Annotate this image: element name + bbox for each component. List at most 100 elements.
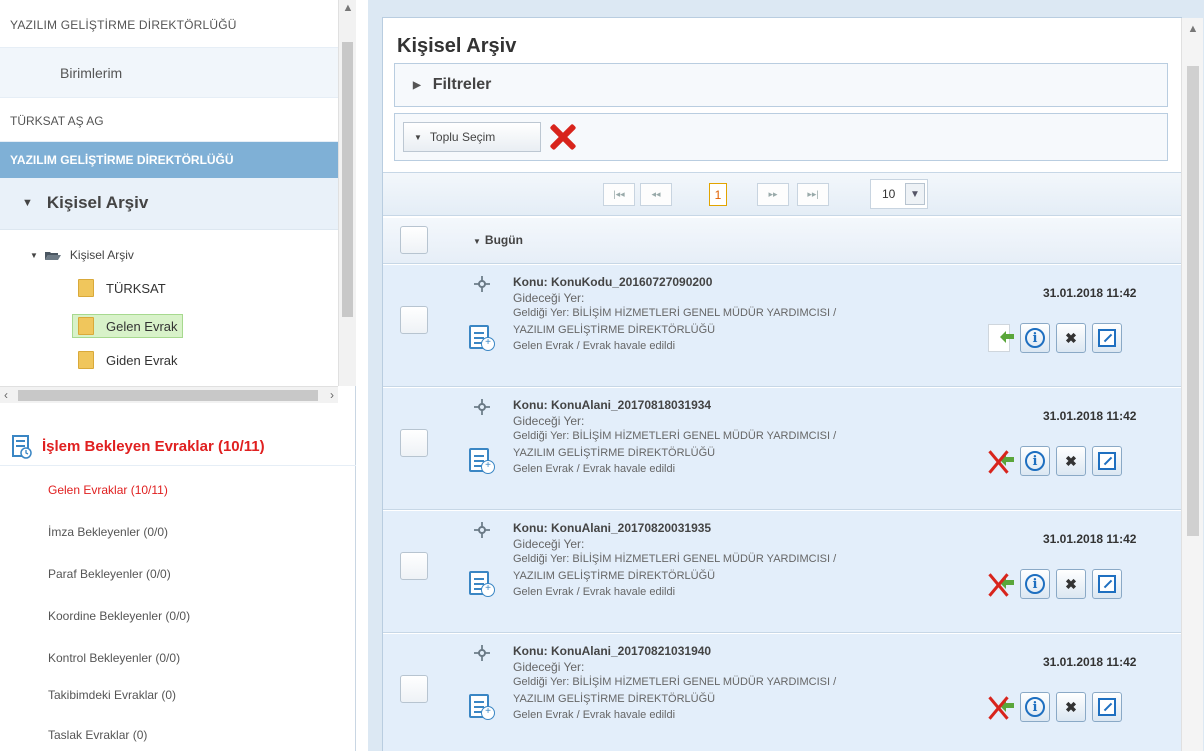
remove-button[interactable]: ✖ bbox=[1056, 323, 1086, 353]
row-checkbox[interactable] bbox=[400, 675, 428, 703]
list-item[interactable]: Konu: KonuAlani_20170820031935 Gideceği … bbox=[383, 511, 1181, 633]
return-arrow-icon[interactable] bbox=[986, 322, 1016, 354]
chevron-down-icon[interactable]: ▼ bbox=[905, 183, 925, 205]
tree-item-label: Gelen Evrak bbox=[106, 318, 178, 334]
bulk-select-button[interactable]: ▼ Toplu Seçim bbox=[403, 122, 541, 152]
remove-button[interactable]: ✖ bbox=[1056, 446, 1086, 476]
unit-item-selected[interactable]: YAZILIM GELİŞTİRME DİREKTÖRLÜĞÜ bbox=[0, 142, 338, 178]
prev-page-button[interactable]: ◂◂ bbox=[640, 183, 672, 206]
list-item[interactable]: Konu: KonuKodu_20160727090200 Gideceği Y… bbox=[383, 265, 1181, 387]
external-link-icon bbox=[1098, 452, 1116, 470]
tree-item-giden-evrak[interactable]: Giden Evrak bbox=[78, 348, 178, 372]
info-button[interactable]: i bbox=[1020, 569, 1050, 599]
islem-bekleyen-header[interactable]: İşlem Bekleyen Evraklar (10/11) bbox=[0, 416, 356, 466]
close-icon: ✖ bbox=[1065, 452, 1077, 469]
folder-open-icon bbox=[44, 251, 61, 260]
islem-item-gelen-evraklar[interactable]: Gelen Evraklar (10/11) bbox=[0, 472, 356, 508]
item-status: Gelen Evrak / Evrak havale edildi bbox=[513, 586, 676, 598]
item-status: Gelen Evrak / Evrak havale edildi bbox=[513, 340, 676, 352]
islem-item-kontrol[interactable]: Kontrol Bekleyenler (0/0) bbox=[0, 640, 356, 676]
scroll-right-icon[interactable]: › bbox=[330, 388, 334, 402]
item-destination: Gideceği Yer: bbox=[513, 537, 585, 551]
next-page-button[interactable]: ▸▸ bbox=[757, 183, 789, 206]
bulk-select-label: Toplu Seçim bbox=[429, 130, 496, 144]
caret-down-icon: ▼ bbox=[22, 197, 33, 209]
open-button[interactable] bbox=[1092, 692, 1122, 722]
item-origin-line2: YAZILIM GELİŞTİRME DİREKTÖRLÜĞÜ bbox=[513, 324, 716, 336]
filters-panel[interactable]: ▶ Filtreler bbox=[394, 63, 1168, 107]
row-checkbox[interactable] bbox=[400, 306, 428, 334]
open-button[interactable] bbox=[1092, 446, 1122, 476]
info-button[interactable]: i bbox=[1020, 692, 1050, 722]
info-button[interactable]: i bbox=[1020, 446, 1050, 476]
move-icon[interactable] bbox=[473, 644, 491, 662]
list-item[interactable]: Konu: KonuAlani_20170818031934 Gideceği … bbox=[383, 388, 1181, 510]
caret-down-icon[interactable]: ▼ bbox=[30, 251, 38, 260]
move-icon[interactable] bbox=[473, 521, 491, 539]
islem-item-taslak[interactable]: Taslak Evraklar (0) bbox=[0, 717, 356, 751]
kisisel-arsiv-header[interactable]: ▼ Kişisel Arşiv bbox=[0, 178, 338, 230]
item-origin-line2: YAZILIM GELİŞTİRME DİREKTÖRLÜĞÜ bbox=[513, 570, 716, 582]
tree-item-turksat[interactable]: TÜRKSAT bbox=[78, 276, 166, 300]
tree-root-node[interactable]: ▼ Kişisel Arşiv bbox=[30, 248, 134, 262]
left-horizontal-scrollbar[interactable]: ‹ › bbox=[0, 386, 338, 403]
info-button[interactable]: i bbox=[1020, 323, 1050, 353]
scroll-left-icon[interactable]: ‹ bbox=[4, 388, 8, 402]
external-link-icon bbox=[1098, 329, 1116, 347]
cancel-return-icon[interactable] bbox=[986, 691, 1016, 723]
islem-item-koordine[interactable]: Koordine Bekleyenler (0/0) bbox=[0, 598, 356, 634]
tree-item-label: Giden Evrak bbox=[106, 352, 178, 368]
archive-tree: ▼ Kişisel Arşiv TÜRKSAT Gelen Evrak Gide… bbox=[0, 232, 338, 384]
page-size-value: 10 bbox=[882, 187, 896, 201]
scroll-thumb[interactable] bbox=[18, 390, 318, 401]
group-label[interactable]: ▼ Bugün bbox=[473, 233, 523, 247]
last-page-button[interactable]: ▸▸| bbox=[797, 183, 829, 206]
caret-right-icon: ▶ bbox=[413, 79, 421, 91]
item-status: Gelen Evrak / Evrak havale edildi bbox=[513, 709, 676, 721]
delete-icon[interactable] bbox=[548, 123, 576, 151]
item-subject: Konu: KonuKodu_20160727090200 bbox=[513, 275, 713, 289]
tree-item-gelen-evrak[interactable]: Gelen Evrak bbox=[72, 314, 183, 338]
list-item[interactable]: Konu: KonuAlani_20170821031940 Gideceği … bbox=[383, 634, 1181, 751]
left-vertical-scrollbar[interactable]: ▲ bbox=[338, 0, 356, 386]
open-button[interactable] bbox=[1092, 569, 1122, 599]
select-all-checkbox[interactable] bbox=[400, 226, 428, 254]
move-icon[interactable] bbox=[473, 398, 491, 416]
move-icon[interactable] bbox=[473, 275, 491, 293]
filters-label: Filtreler bbox=[432, 76, 492, 93]
cancel-return-icon[interactable] bbox=[986, 568, 1016, 600]
item-origin-line1: Geldiği Yer: BİLİŞİM HİZMETLERİ GENEL MÜ… bbox=[513, 430, 837, 442]
scroll-up-icon[interactable]: ▲ bbox=[1182, 23, 1204, 35]
current-page[interactable]: 1 bbox=[709, 183, 727, 206]
item-origin-line1: Geldiği Yer: BİLİŞİM HİZMETLERİ GENEL MÜ… bbox=[513, 307, 837, 319]
islem-item-paraf[interactable]: Paraf Bekleyenler (0/0) bbox=[0, 556, 356, 592]
islem-bekleyen-title: İşlem Bekleyen Evraklar (10/11) bbox=[42, 438, 265, 455]
close-icon: ✖ bbox=[1065, 698, 1077, 715]
scroll-thumb[interactable] bbox=[342, 42, 353, 317]
app-root: YAZILIM GELİŞTİRME DİREKTÖRLÜĞÜ Birimler… bbox=[0, 0, 1204, 751]
group-label-text: Bugün bbox=[484, 233, 523, 247]
info-icon: i bbox=[1025, 697, 1045, 717]
scroll-thumb[interactable] bbox=[1187, 66, 1199, 536]
document-add-icon bbox=[469, 694, 495, 720]
row-checkbox[interactable] bbox=[400, 429, 428, 457]
caret-down-icon: ▼ bbox=[473, 237, 481, 246]
birimlerim-button[interactable]: Birimlerim bbox=[0, 48, 338, 98]
islem-item-imza[interactable]: İmza Bekleyenler (0/0) bbox=[0, 514, 356, 550]
item-destination: Gideceği Yer: bbox=[513, 414, 585, 428]
remove-button[interactable]: ✖ bbox=[1056, 569, 1086, 599]
pagination-bar: |◂◂ ◂◂ 1 ▸▸ ▸▸| 10 ▼ bbox=[383, 172, 1181, 216]
remove-button[interactable]: ✖ bbox=[1056, 692, 1086, 722]
open-button[interactable] bbox=[1092, 323, 1122, 353]
scroll-up-icon[interactable]: ▲ bbox=[339, 2, 357, 14]
first-page-button[interactable]: |◂◂ bbox=[603, 183, 635, 206]
item-date: 31.01.2018 11:42 bbox=[1043, 409, 1137, 423]
islem-item-takibimdeki[interactable]: Takibimdeki Evraklar (0) bbox=[0, 677, 356, 713]
unit-item-turksat-ag[interactable]: TÜRKSAT AŞ AG bbox=[0, 98, 338, 142]
row-checkbox[interactable] bbox=[400, 552, 428, 580]
document-add-icon bbox=[469, 325, 495, 351]
page-size-select[interactable]: 10 ▼ bbox=[870, 179, 928, 209]
cancel-return-icon[interactable] bbox=[986, 445, 1016, 477]
right-vertical-scrollbar[interactable]: ▲ bbox=[1181, 18, 1203, 751]
pending-document-icon bbox=[12, 434, 32, 459]
